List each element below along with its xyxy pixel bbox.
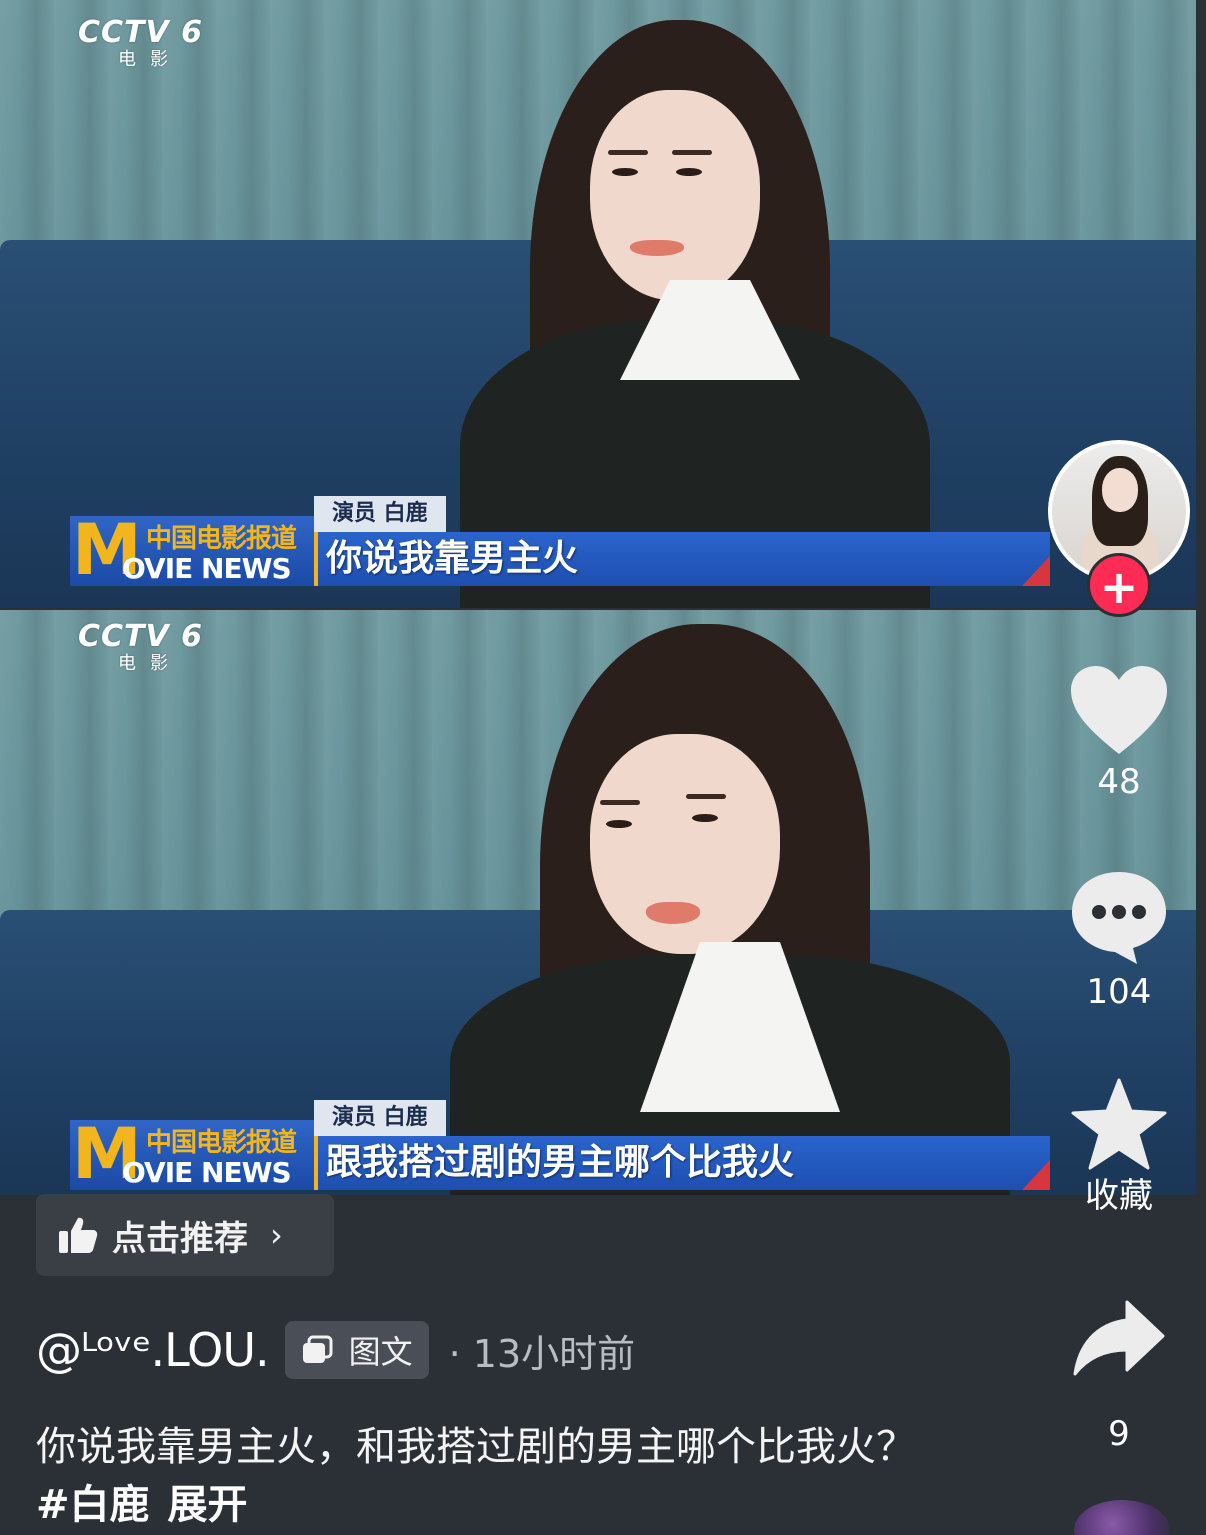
chevron-right-icon: › (270, 1216, 283, 1254)
share-arrow-icon (1073, 1300, 1165, 1376)
comment-button[interactable]: 104 (1060, 868, 1178, 1012)
caption-text: 跟我搭过剧的男主哪个比我火 (326, 1142, 795, 1183)
like-count: 48 (1097, 762, 1141, 802)
video-frame-2[interactable]: CCTV 6 电影 M 中国电影报道 OVIE NEWS 演员 白鹿 跟我搭过剧… (0, 610, 1196, 1195)
like-button[interactable]: 48 (1060, 664, 1178, 802)
music-disc-icon[interactable] (1074, 1500, 1170, 1535)
expand-button[interactable]: 展开 (168, 1482, 248, 1528)
description-text: 你说我靠男主火，和我搭过剧的男主哪个比我火？ (36, 1424, 916, 1470)
caption-bar: 你说我靠男主火 (314, 532, 1050, 586)
image-post-icon (302, 1335, 333, 1363)
name-tag: 演员 白鹿 (314, 1100, 446, 1136)
movie-news-logo: M 中国电影报道 OVIE NEWS (70, 514, 314, 586)
recommend-button[interactable]: 点击推荐 › (36, 1194, 334, 1276)
favorite-label: 收藏 (1085, 1176, 1153, 1216)
post-time: · 13小时前 (448, 1331, 636, 1376)
post-description: 你说我靠男主火，和我搭过剧的男主哪个比我火？ #白鹿 展开 (36, 1418, 916, 1534)
author-row: @ᴸᵒᵛᵉ.LOU. 图文 · 13小时前 (36, 1318, 635, 1382)
movie-news-logo: M 中国电影报道 OVIE NEWS (70, 1118, 314, 1190)
cctv6-logo: CCTV 6 电影 (78, 619, 204, 674)
caption-text: 你说我靠男主火 (326, 538, 579, 579)
lower-third-banner: M 中国电影报道 OVIE NEWS 演员 白鹿 你说我靠男主火 (70, 496, 1050, 594)
heart-icon (1071, 666, 1167, 754)
recommend-label: 点击推荐 (112, 1218, 248, 1259)
thumbs-up-icon (59, 1217, 98, 1253)
comment-bubble-icon (1072, 872, 1166, 964)
post-type-badge: 图文 (284, 1321, 429, 1379)
lower-third-banner: M 中国电影报道 OVIE NEWS 演员 白鹿 跟我搭过剧的男主哪个比我火 (70, 1100, 1050, 1195)
star-icon (1071, 1078, 1167, 1170)
follow-button[interactable]: + (1087, 553, 1151, 617)
share-button[interactable]: 9 (1060, 1298, 1178, 1454)
favorite-button[interactable]: 收藏 (1060, 1078, 1178, 1216)
video-frame-1[interactable]: CCTV 6 电影 M 中国电影报道 OVIE NEWS 演员 白鹿 你说我靠男… (0, 0, 1196, 608)
share-count: 9 (1108, 1414, 1130, 1454)
comment-count: 104 (1086, 972, 1152, 1012)
author-name[interactable]: @ᴸᵒᵛᵉ.LOU. (36, 1323, 270, 1377)
cctv6-logo: CCTV 6 电影 (78, 15, 204, 70)
caption-bar: 跟我搭过剧的男主哪个比我火 (314, 1136, 1050, 1190)
hashtag-link[interactable]: #白鹿 (36, 1482, 150, 1528)
name-tag: 演员 白鹿 (314, 496, 446, 532)
